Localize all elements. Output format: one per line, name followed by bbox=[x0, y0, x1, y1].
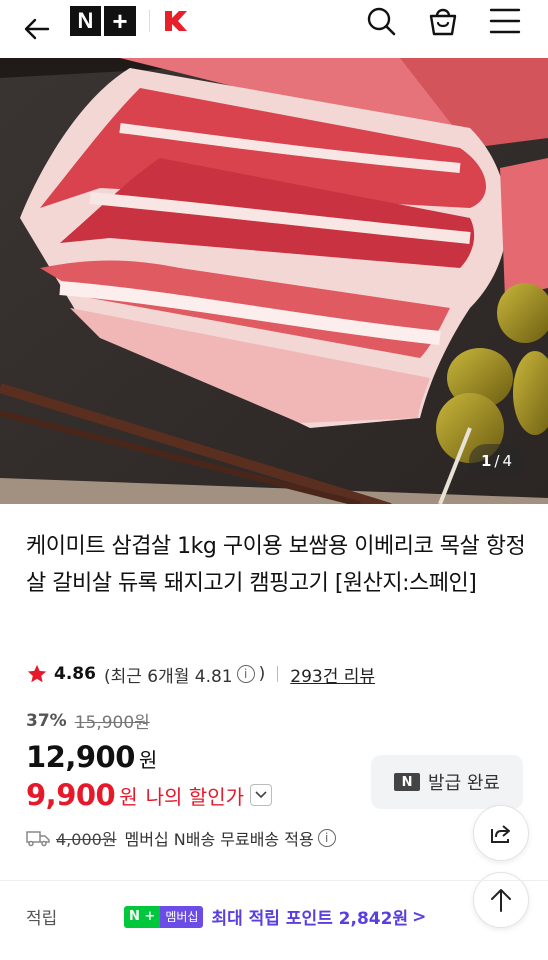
info-icon[interactable]: i bbox=[236, 665, 255, 683]
pager-total: 4 bbox=[502, 452, 512, 470]
sale-price-value: 12,900 bbox=[26, 740, 135, 774]
naver-plus-logo[interactable]: N + bbox=[70, 6, 136, 36]
product-image-gallery[interactable]: 1 / 4 bbox=[0, 58, 548, 504]
image-pager: 1 / 4 bbox=[468, 444, 524, 478]
header-divider bbox=[149, 10, 150, 32]
star-icon bbox=[27, 664, 47, 683]
coupon-issued-button[interactable]: N 발급 완료 bbox=[371, 755, 523, 809]
share-icon bbox=[491, 825, 510, 843]
pager-current: 1 bbox=[480, 452, 492, 470]
reviews-link[interactable]: 293건 리뷰 bbox=[290, 662, 375, 687]
logo-n: N bbox=[70, 6, 101, 36]
pork-belly-image bbox=[0, 58, 548, 504]
my-price-value: 9,900 bbox=[26, 778, 116, 812]
discount-row: 37% 15,900원 bbox=[26, 708, 150, 734]
cart-bag-icon[interactable] bbox=[426, 4, 460, 38]
section-divider bbox=[0, 880, 548, 881]
arrow-up-icon bbox=[491, 889, 511, 912]
chevron-right-icon: > bbox=[412, 906, 427, 927]
kdeal-logo-icon[interactable] bbox=[160, 6, 190, 36]
share-button[interactable] bbox=[473, 805, 529, 861]
recent-rating: (최근 6개월 4.81 bbox=[103, 666, 233, 687]
back-arrow-icon[interactable] bbox=[22, 14, 52, 44]
points-label: 적립 bbox=[26, 909, 58, 929]
coupon-label: 발급 완료 bbox=[428, 773, 500, 794]
membership-badge: N + 멤버십 bbox=[124, 905, 204, 928]
sale-price-unit: 원 bbox=[138, 748, 157, 772]
rating-divider bbox=[277, 666, 279, 682]
shipping-row: 4,000원 멤버십 N배송 무료배송 적용 i bbox=[26, 826, 340, 850]
shipping-original-fee: 4,000원 bbox=[56, 830, 117, 849]
pager-separator: / bbox=[494, 452, 500, 470]
my-price-label: 나의 할인가 bbox=[145, 784, 244, 809]
max-points-text: 최대 적립 포인트 2,842원 bbox=[211, 909, 409, 929]
membership-badge-label: 멤버십 bbox=[160, 905, 204, 928]
search-icon[interactable] bbox=[364, 4, 398, 38]
recent-rating-close: ) bbox=[258, 664, 266, 684]
original-price: 15,900원 bbox=[74, 713, 150, 733]
discount-rate: 37% bbox=[26, 710, 67, 731]
rating-row: 4.86 (최근 6개월 4.81 i ) 293건 리뷰 bbox=[26, 660, 375, 688]
my-discount-price[interactable]: 9,900 원 나의 할인가 bbox=[26, 778, 272, 812]
top-header: N + bbox=[0, 0, 548, 58]
shipping-info-icon[interactable]: i bbox=[317, 829, 336, 847]
logo-plus: + bbox=[104, 6, 136, 36]
product-title: 케이미트 삼겹살 1kg 구이용 보쌈용 이베리코 목살 항정살 갈비살 듀록 … bbox=[26, 534, 526, 596]
shipping-text: 멤버십 N배송 무료배송 적용 bbox=[124, 830, 314, 849]
sale-price: 12,900 원 bbox=[26, 740, 157, 774]
my-price-unit: 원 bbox=[119, 784, 138, 809]
menu-icon[interactable] bbox=[488, 4, 522, 38]
truck-icon bbox=[26, 831, 50, 847]
chevron-down-icon[interactable] bbox=[250, 784, 272, 806]
rating-score: 4.86 bbox=[54, 664, 96, 684]
points-row[interactable]: 적립 N + 멤버십 최대 적립 포인트 2,842원 > bbox=[26, 904, 466, 929]
membership-badge-n: N + bbox=[124, 905, 161, 928]
naver-coupon-icon: N bbox=[394, 773, 421, 791]
